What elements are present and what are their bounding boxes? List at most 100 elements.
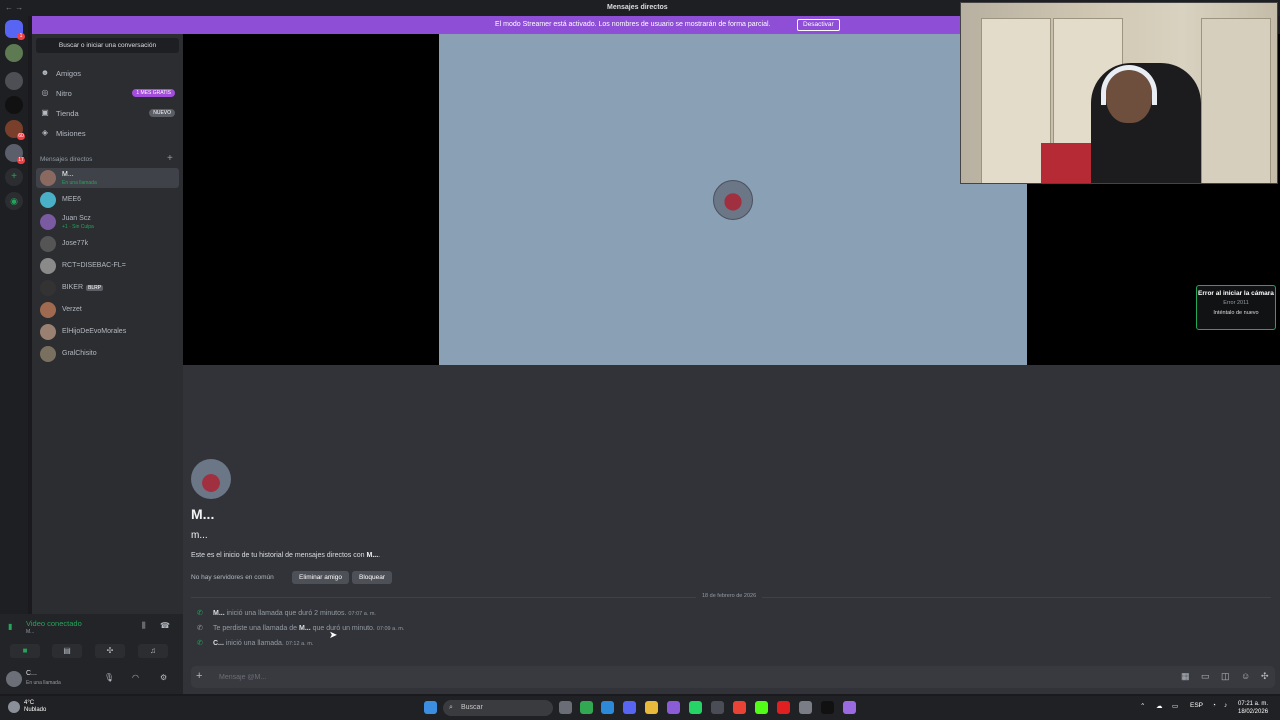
streamer-mode-banner: El modo Streamer está activado. Los nomb… bbox=[32, 16, 960, 34]
windows-start-icon[interactable] bbox=[424, 701, 437, 714]
disconnect-icon[interactable]: ☎ bbox=[160, 621, 170, 630]
missed-call-icon: ✆ bbox=[197, 625, 203, 632]
create-dm-icon[interactable]: + bbox=[167, 153, 173, 164]
nav-friends[interactable]: ☻ Amigos bbox=[36, 64, 179, 82]
battery-icon[interactable]: ▭ bbox=[1172, 702, 1178, 710]
weather-widget[interactable]: 4°C Nublado bbox=[24, 700, 46, 714]
dm-item[interactable]: Verzet bbox=[36, 300, 179, 320]
noise-suppression-icon[interactable]: ⫼ bbox=[142, 621, 146, 631]
remove-friend-button[interactable]: Eliminar amigo bbox=[292, 571, 349, 584]
server-icon[interactable] bbox=[5, 96, 23, 114]
signal-icon: ▮ bbox=[8, 622, 13, 631]
avatar bbox=[40, 302, 56, 318]
dm-item[interactable]: M... En una llamada bbox=[36, 168, 179, 188]
settings-gear-icon[interactable]: ⚙ bbox=[160, 673, 167, 682]
camera-button[interactable]: ■ bbox=[10, 644, 40, 658]
dm-item[interactable]: RCT=DISEBAC-FL= bbox=[36, 256, 179, 276]
obs-icon[interactable] bbox=[843, 701, 856, 714]
retry-button[interactable]: Inténtalo de nuevo bbox=[1197, 310, 1275, 316]
settings-icon[interactable] bbox=[799, 701, 812, 714]
taskbar-clock[interactable]: 07:21 a. m. 18/02/2026 bbox=[1238, 700, 1268, 716]
deactivate-button[interactable]: Desactivar bbox=[797, 19, 840, 31]
no-common-servers: No hay servidores en común bbox=[191, 574, 274, 581]
search-icon: ⌕ bbox=[449, 704, 453, 711]
server-icon[interactable]: 60 bbox=[5, 120, 25, 140]
call-message: ✆ M... inició una llamada que duró 2 minu… bbox=[197, 610, 376, 617]
voice-status: Video conectado bbox=[26, 619, 82, 628]
tray-chevron-icon[interactable]: ⌃ bbox=[1140, 702, 1145, 710]
cloud-icon[interactable]: ☁ bbox=[1156, 702, 1163, 710]
sticker-icon[interactable]: ◫ bbox=[1221, 671, 1230, 682]
volume-icon[interactable]: ♪ bbox=[1224, 702, 1227, 709]
dm-item[interactable]: Jose77k bbox=[36, 234, 179, 254]
avatar bbox=[40, 346, 56, 362]
chrome-icon[interactable] bbox=[733, 701, 746, 714]
block-button[interactable]: Bloquear bbox=[352, 571, 393, 584]
message-composer: + ▦ ▭ ◫ ☺ ✣ bbox=[191, 666, 1275, 688]
activities-button[interactable]: ✣ bbox=[95, 644, 125, 658]
discord-home-icon[interactable]: 1 bbox=[5, 20, 25, 40]
nav-nitro[interactable]: ◎ Nitro 1 MES GRATIS bbox=[36, 84, 179, 102]
conversation-search[interactable]: Buscar o iniciar una conversación bbox=[36, 38, 179, 53]
message-input[interactable] bbox=[219, 671, 1119, 683]
whatsapp-icon[interactable] bbox=[689, 701, 702, 714]
user-panel: C... En una llamada 🎙 ◠ ⚙ bbox=[0, 664, 183, 694]
edge-icon[interactable] bbox=[601, 701, 614, 714]
dm-item[interactable]: MEE6 bbox=[36, 190, 179, 210]
apps-icon[interactable]: ✣ bbox=[1261, 671, 1269, 682]
explore-icon[interactable]: ◉ bbox=[5, 192, 23, 210]
free-month-badge: 1 MES GRATIS bbox=[132, 89, 175, 97]
date-divider-label: 18 de febrero de 2026 bbox=[696, 593, 763, 599]
add-server-icon[interactable]: + bbox=[5, 168, 23, 186]
excel-icon[interactable] bbox=[580, 701, 593, 714]
dm-item[interactable]: Juan Scz +1 · Sin Culpa bbox=[36, 212, 179, 232]
discord-icon[interactable] bbox=[623, 701, 636, 714]
kick-icon[interactable] bbox=[755, 701, 768, 714]
soundboard-button[interactable]: ♫ bbox=[138, 644, 168, 658]
server-rail: 1 60 17 + ◉ bbox=[0, 16, 28, 694]
phone-icon: ✆ bbox=[197, 610, 203, 617]
copilot-icon[interactable] bbox=[667, 701, 680, 714]
nav-arrows[interactable]: ← → bbox=[5, 3, 23, 12]
dm-item[interactable]: ElHijoDeEvoMorales bbox=[36, 322, 179, 342]
dm-avatar[interactable] bbox=[191, 459, 231, 499]
file-explorer-icon[interactable] bbox=[645, 701, 658, 714]
nav-quests[interactable]: ◈ Misiones bbox=[36, 124, 179, 142]
new-badge: NUEVO bbox=[149, 109, 175, 117]
gif-icon[interactable]: ▭ bbox=[1201, 671, 1210, 682]
dm-item[interactable]: BIKER BLRP bbox=[36, 278, 179, 298]
avatar bbox=[40, 236, 56, 252]
microphone-icon[interactable]: 🎙 bbox=[104, 673, 114, 682]
avatar bbox=[40, 170, 56, 186]
participant-avatar[interactable] bbox=[713, 180, 753, 220]
nav-shop[interactable]: ▣ Tienda NUEVO bbox=[36, 104, 179, 122]
language-indicator[interactable]: ESP bbox=[1190, 702, 1203, 709]
avatar bbox=[40, 280, 56, 296]
avatar[interactable] bbox=[6, 671, 22, 687]
webcam-overlay bbox=[960, 2, 1278, 184]
dm-username: m... bbox=[191, 530, 208, 541]
emoji-icon[interactable]: ☺ bbox=[1241, 671, 1250, 681]
server-icon[interactable]: 17 bbox=[5, 144, 25, 164]
screenshare-button[interactable]: ▤ bbox=[52, 644, 82, 658]
shop-icon: ▣ bbox=[41, 108, 49, 117]
wardrobe-door bbox=[1201, 18, 1271, 183]
headphones-icon[interactable]: ◠ bbox=[132, 673, 139, 682]
avatar bbox=[40, 324, 56, 340]
taskbar-search[interactable]: ⌕ Buscar bbox=[443, 700, 553, 716]
wifi-icon[interactable]: ◔ bbox=[1212, 702, 1216, 709]
nitro-icon: ◎ bbox=[41, 88, 49, 97]
task-view-icon[interactable] bbox=[559, 701, 572, 714]
server-icon[interactable] bbox=[5, 44, 23, 62]
weather-icon[interactable] bbox=[8, 701, 20, 713]
gift-icon[interactable]: ▦ bbox=[1181, 671, 1190, 682]
server-icon[interactable] bbox=[5, 72, 23, 90]
quests-icon: ◈ bbox=[41, 128, 49, 137]
friends-icon: ☻ bbox=[40, 68, 50, 77]
dm-item[interactable]: GralChisito bbox=[36, 344, 179, 364]
store-icon[interactable] bbox=[711, 701, 724, 714]
youtube-icon[interactable] bbox=[777, 701, 790, 714]
tiktok-icon[interactable] bbox=[821, 701, 834, 714]
add-attachment-icon[interactable]: + bbox=[196, 670, 202, 682]
camera-error-card: Error al iniciar la cámara Error 2011 In… bbox=[1196, 285, 1276, 330]
